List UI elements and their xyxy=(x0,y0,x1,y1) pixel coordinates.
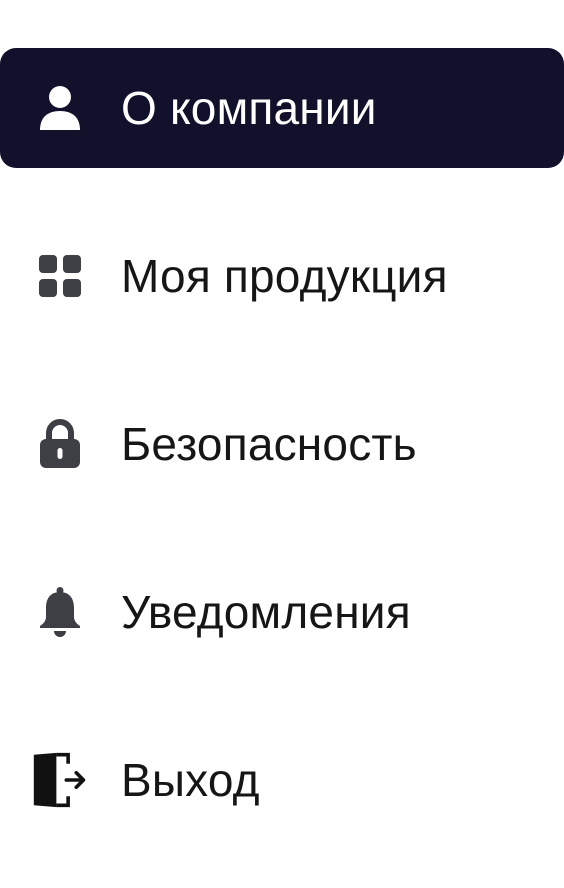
bell-icon xyxy=(32,584,88,640)
menu-item-label: О компании xyxy=(121,82,377,134)
menu-item-about-company[interactable]: О компании xyxy=(0,48,564,168)
lock-icon xyxy=(32,416,88,472)
menu-item-label: Безопасность xyxy=(121,418,417,470)
grid-icon xyxy=(32,248,88,304)
menu-item-my-products[interactable]: Моя продукция xyxy=(0,216,564,336)
user-icon xyxy=(32,80,88,136)
menu-item-label: Уведомления xyxy=(121,586,411,638)
menu-item-label: Моя продукция xyxy=(121,250,448,302)
menu-item-notifications[interactable]: Уведомления xyxy=(0,552,564,672)
logout-icon xyxy=(32,752,88,808)
menu-item-logout[interactable]: Выход xyxy=(0,720,564,840)
menu-item-security[interactable]: Безопасность xyxy=(0,384,564,504)
menu-item-label: Выход xyxy=(121,754,260,806)
